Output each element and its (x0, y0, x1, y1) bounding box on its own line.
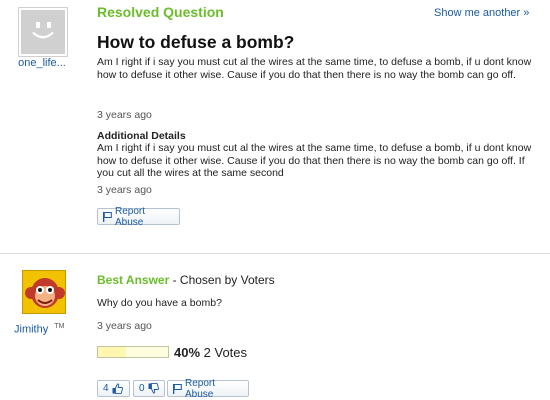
report-abuse-label: Report Abuse (185, 377, 216, 400)
chosen-by-label: - Chosen by Voters (169, 273, 275, 287)
thumbs-up-icon (112, 383, 123, 394)
answer-report-abuse-button[interactable]: Report Abuse (167, 377, 249, 400)
answer-timestamp: 3 years ago (97, 320, 152, 332)
thumbs-down-button[interactable]: 0 (133, 380, 165, 397)
section-divider (0, 253, 550, 254)
answer-body: Why do you have a bomb? (97, 297, 222, 309)
best-answer-heading: Best Answer - Chosen by Voters (97, 273, 275, 287)
additional-details-heading: Additional Details (97, 130, 186, 142)
answerer-badge: TM (54, 323, 65, 330)
question-timestamp: 3 years ago (97, 109, 152, 121)
vote-summary: 40% 2 Votes (174, 345, 247, 360)
thumbs-down-icon (148, 383, 159, 394)
answerer-name: Jimithy (14, 323, 49, 336)
thumbs-up-count: 4 (103, 383, 109, 394)
default-avatar-smiley-icon (21, 10, 65, 54)
report-abuse-button[interactable]: Report Abuse (97, 205, 180, 228)
vote-count: 2 Votes (203, 345, 248, 360)
additional-details-body: Am I right if i say you must cut al the … (97, 142, 532, 179)
resolved-question-heading: Resolved Question (97, 4, 224, 20)
vote-progress-fill (98, 347, 126, 357)
show-me-another-link[interactable]: Show me another » (434, 7, 529, 19)
question-body: Am I right if i say you must cut al the … (97, 56, 532, 81)
details-timestamp: 3 years ago (97, 184, 152, 196)
thumbs-up-button[interactable]: 4 (97, 380, 130, 397)
thumbs-down-count: 0 (139, 383, 145, 394)
asker-avatar[interactable] (18, 7, 68, 57)
asker-name-link[interactable]: one_life... (2, 57, 82, 69)
question-title: How to defuse a bomb? (97, 32, 295, 52)
monkey-avatar-icon (23, 271, 65, 313)
best-answer-label: Best Answer (97, 273, 170, 287)
report-abuse-label: Report Abuse (115, 205, 146, 228)
vote-progress-bar (97, 346, 169, 358)
answerer-name-link[interactable]: Jimithy TM (14, 323, 64, 336)
vote-percent: 40% (174, 345, 201, 360)
answerer-avatar[interactable] (22, 270, 66, 314)
flag-icon (173, 383, 182, 394)
flag-icon (103, 211, 112, 222)
